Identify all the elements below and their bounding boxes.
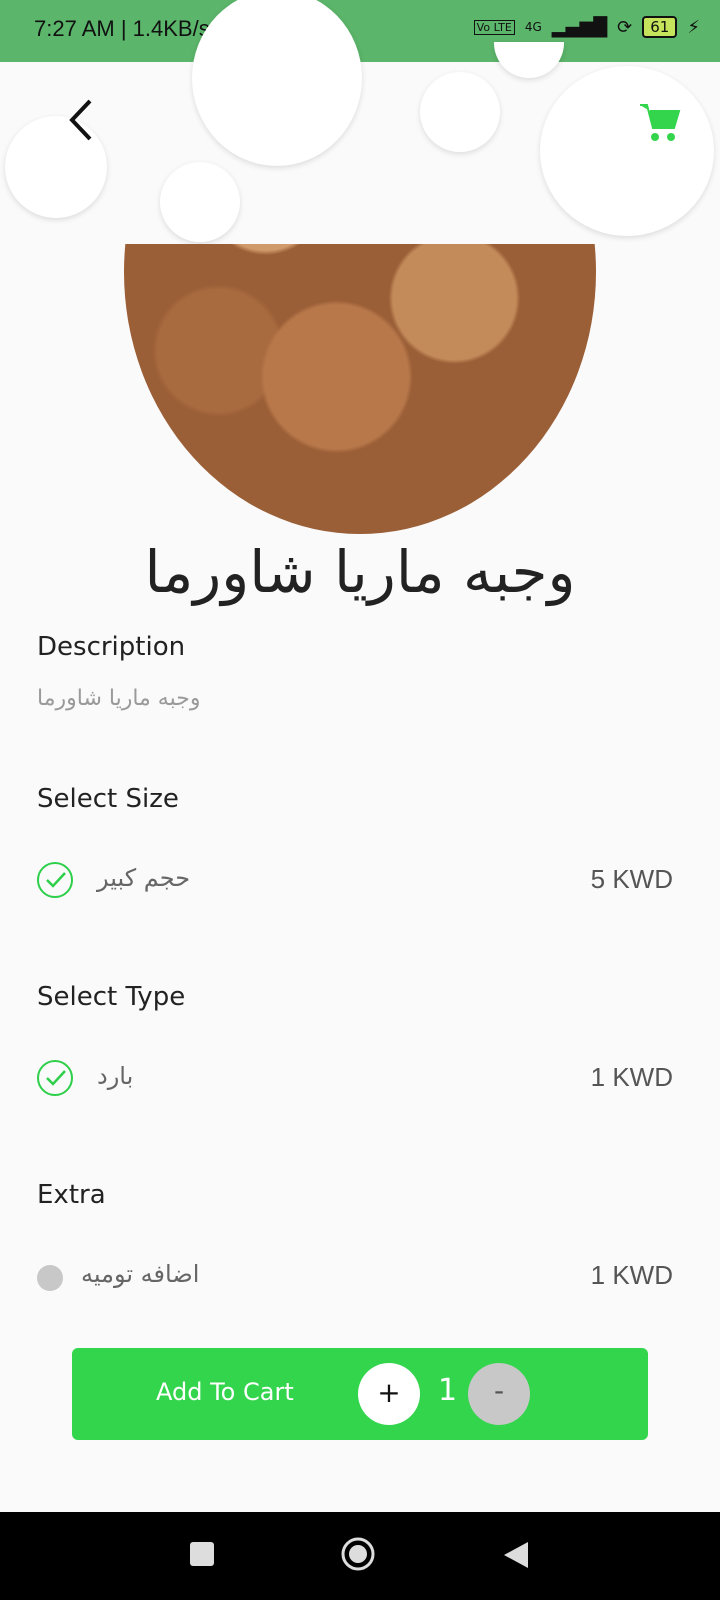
back-button[interactable] [62,95,102,145]
decor-bubble [540,66,714,236]
volte-icon: Vo LTE [473,19,515,35]
size-option-price: 5 KWD [590,864,673,894]
product-title: وجبه ماريا شاورما [144,538,576,606]
decor-bubble [192,0,362,166]
square-icon [190,1542,214,1566]
status-time: 7:27 AM | 1.4KB/s [34,16,210,41]
recents-button[interactable] [188,1540,216,1572]
select-size-label: Select Size [37,784,179,814]
system-nav-bar [0,1512,720,1600]
chevron-left-icon [69,99,92,141]
back-nav-button[interactable] [502,1540,530,1574]
add-to-cart-bar: Add To Cart + 1 - [72,1348,648,1440]
description-label: Description [37,632,186,662]
charging-icon: ⚡ [687,16,700,38]
status-bar: 7:27 AM | 1.4KB/s ⏰ ⚙ ⚙ Vo LTE 4G ▂▄▆█ ⟳… [0,0,720,62]
quantity-minus-button[interactable]: - [468,1363,530,1425]
triangle-back-icon [504,1542,528,1568]
cart-button[interactable] [638,100,682,144]
description-text: وجبه ماريا شاورما [37,686,201,711]
product-image [124,244,596,534]
circle-icon [341,1537,375,1571]
decor-bubble [420,72,500,152]
hotspot-icon: ⟳ [617,16,633,38]
signal-icon: ▂▄▆█ [551,16,608,38]
type-option-row[interactable]: بارد 1 KWD [37,1060,673,1102]
status-right: Vo LTE 4G ▂▄▆█ ⟳ 61 ⚡ [473,16,700,38]
network-label: 4G [524,20,542,34]
size-option-row[interactable]: حجم كبير 5 KWD [37,862,673,904]
decor-bubble [160,162,240,242]
extra-radio[interactable] [37,1265,63,1291]
extra-option-row[interactable]: اضافه توميه 1 KWD [37,1258,673,1300]
quantity-value: 1 [438,1373,458,1408]
size-check-icon[interactable] [37,862,73,898]
cart-icon [640,104,681,141]
home-button[interactable] [340,1536,376,1576]
extra-option-label: اضافه توميه [81,1260,200,1288]
quantity-plus-button[interactable]: + [358,1363,420,1425]
add-to-cart-button[interactable]: Add To Cart [156,1378,294,1406]
select-type-label: Select Type [37,982,186,1012]
size-option-label: حجم كبير [97,864,191,892]
product-image-wrap [0,244,720,534]
extra-option-price: 1 KWD [590,1260,673,1290]
battery-icon: 61 [642,16,678,38]
type-check-icon[interactable] [37,1060,73,1096]
decor-bubble [494,42,564,78]
type-option-label: بارد [97,1062,134,1090]
extra-label: Extra [37,1180,106,1210]
type-option-price: 1 KWD [590,1062,673,1092]
